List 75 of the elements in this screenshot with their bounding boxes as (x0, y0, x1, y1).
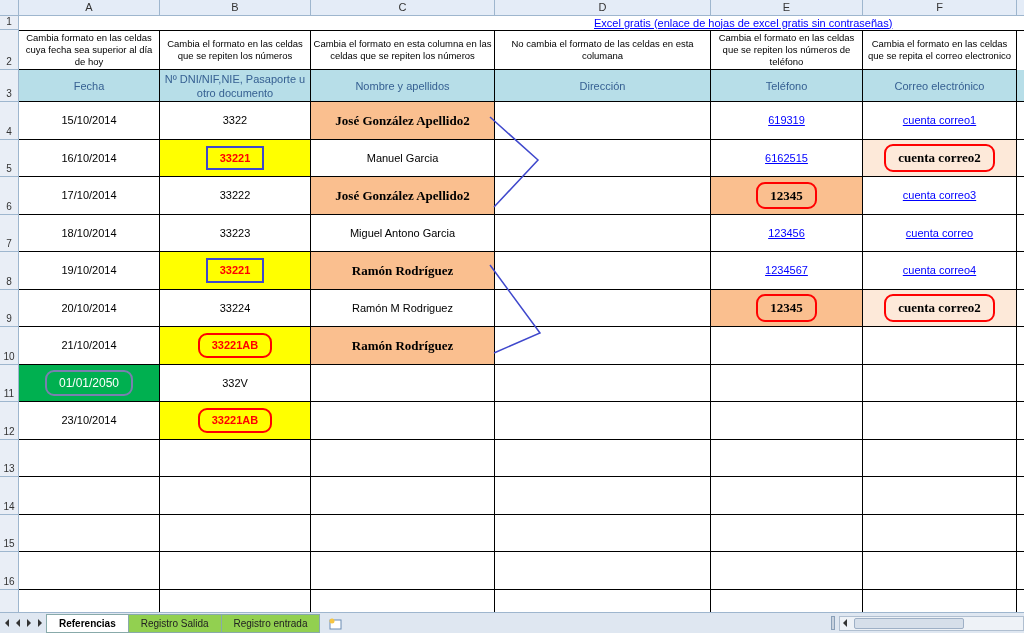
cell-text: Miguel Antono Garcia (349, 225, 456, 241)
circled-value: 01/01/2050 (44, 369, 134, 396)
horizontal-scrollbar[interactable] (839, 615, 1024, 631)
row-number: 12 (0, 402, 19, 440)
cell-text: Ramón Rodríguez (351, 261, 454, 280)
scrollbar-thumb[interactable] (854, 617, 964, 629)
row-number: 1 (0, 16, 19, 30)
circled-value: cuenta correo2 (884, 294, 995, 322)
column-note: Cambia el formato en esta columna en las celdas que se repiten los números (311, 30, 495, 70)
circled-value: cuenta correo2 (884, 144, 995, 172)
cell-link[interactable]: 619319 (768, 112, 805, 129)
cell-text: 21/10/2014 (61, 338, 117, 353)
column-heading: Teléfono (711, 70, 863, 102)
row-number: 15 (0, 514, 19, 552)
cell-text: Ramón Rodríguez (351, 336, 454, 355)
column-header[interactable]: E (711, 0, 863, 15)
row-number: 2 (0, 30, 19, 70)
cell-text: 17/10/2014 (61, 188, 117, 203)
sheet-tab[interactable]: Registro entrada (220, 614, 321, 633)
circled-value: 33221AB (197, 408, 273, 433)
cell-link[interactable]: cuenta correo (905, 224, 974, 241)
column-header[interactable]: C (311, 0, 495, 15)
column-header[interactable]: F (863, 0, 1017, 15)
cell-text: 33224 (219, 300, 251, 316)
column-heading: Nombre y apellidos (311, 70, 495, 102)
circled-value: 33221AB (197, 333, 273, 358)
cell-link[interactable]: 123456 (768, 224, 805, 241)
row-number: 14 (0, 477, 19, 515)
column-heading: Fecha (19, 70, 160, 102)
excel-gratis-link[interactable]: Excel gratis (enlace de hojas de excel gratis sin contraseñas) (594, 17, 893, 29)
cell-text: 3322 (222, 113, 248, 128)
row-number: 4 (0, 102, 19, 140)
column-heading: Correo electrónico (863, 70, 1017, 102)
row-number: 5 (0, 139, 19, 177)
row-number: 10 (0, 327, 19, 365)
column-header[interactable]: D (495, 0, 711, 15)
cell-text: 15/10/2014 (61, 113, 117, 128)
column-header[interactable]: B (160, 0, 311, 15)
cell-text: 16/10/2014 (61, 150, 117, 166)
column-heading (1017, 70, 1024, 102)
cell-text: José González Apellido2 (335, 186, 470, 205)
row-number: 16 (0, 552, 19, 590)
split-handle[interactable] (831, 616, 835, 630)
cell-link[interactable]: cuenta correo3 (902, 187, 977, 204)
column-heading: Dirección (495, 70, 711, 102)
circled-value: 12345 (756, 181, 817, 209)
cell-text: 33222 (219, 188, 251, 203)
cell-text: Manuel Garcia (366, 150, 439, 166)
row-number: 13 (0, 439, 19, 477)
circled-value: 33221 (205, 258, 265, 283)
sheet-tab[interactable]: Registro Salida (127, 614, 222, 633)
cell-text: 33223 (219, 225, 251, 241)
column-note: No cambia el formato de las celdas en esta columana (495, 30, 711, 70)
column-header[interactable]: A (19, 0, 160, 15)
cell-text: 23/10/2014 (61, 413, 117, 428)
cell-link[interactable]: 6162515 (765, 149, 808, 166)
cell-text: 332V (222, 375, 248, 391)
cell-text: 18/10/2014 (61, 225, 117, 241)
row-number: 9 (0, 289, 19, 327)
cell-link[interactable]: 1234567 (765, 262, 808, 279)
sheet-tab[interactable]: Referencias (46, 614, 129, 633)
row-number: 8 (0, 252, 19, 290)
circled-value: 33221 (205, 145, 265, 170)
cell-text: 19/10/2014 (61, 263, 117, 278)
row-number: 11 (0, 364, 19, 402)
cell-text: 20/10/2014 (61, 300, 117, 316)
row-number: 7 (0, 214, 19, 252)
cell-link[interactable]: cuenta correo1 (902, 112, 977, 129)
cell-text: Ramón M Rodriguez (352, 300, 453, 316)
circled-value: 12345 (756, 294, 817, 322)
row-number: 3 (0, 70, 19, 102)
cell-text: José González Apellido2 (335, 111, 470, 130)
column-heading: Nº DNI/NIF,NIE, Pasaporte u otro documento (160, 70, 311, 102)
row-number: 6 (0, 177, 19, 215)
cell-link[interactable]: cuenta correo4 (902, 262, 977, 279)
